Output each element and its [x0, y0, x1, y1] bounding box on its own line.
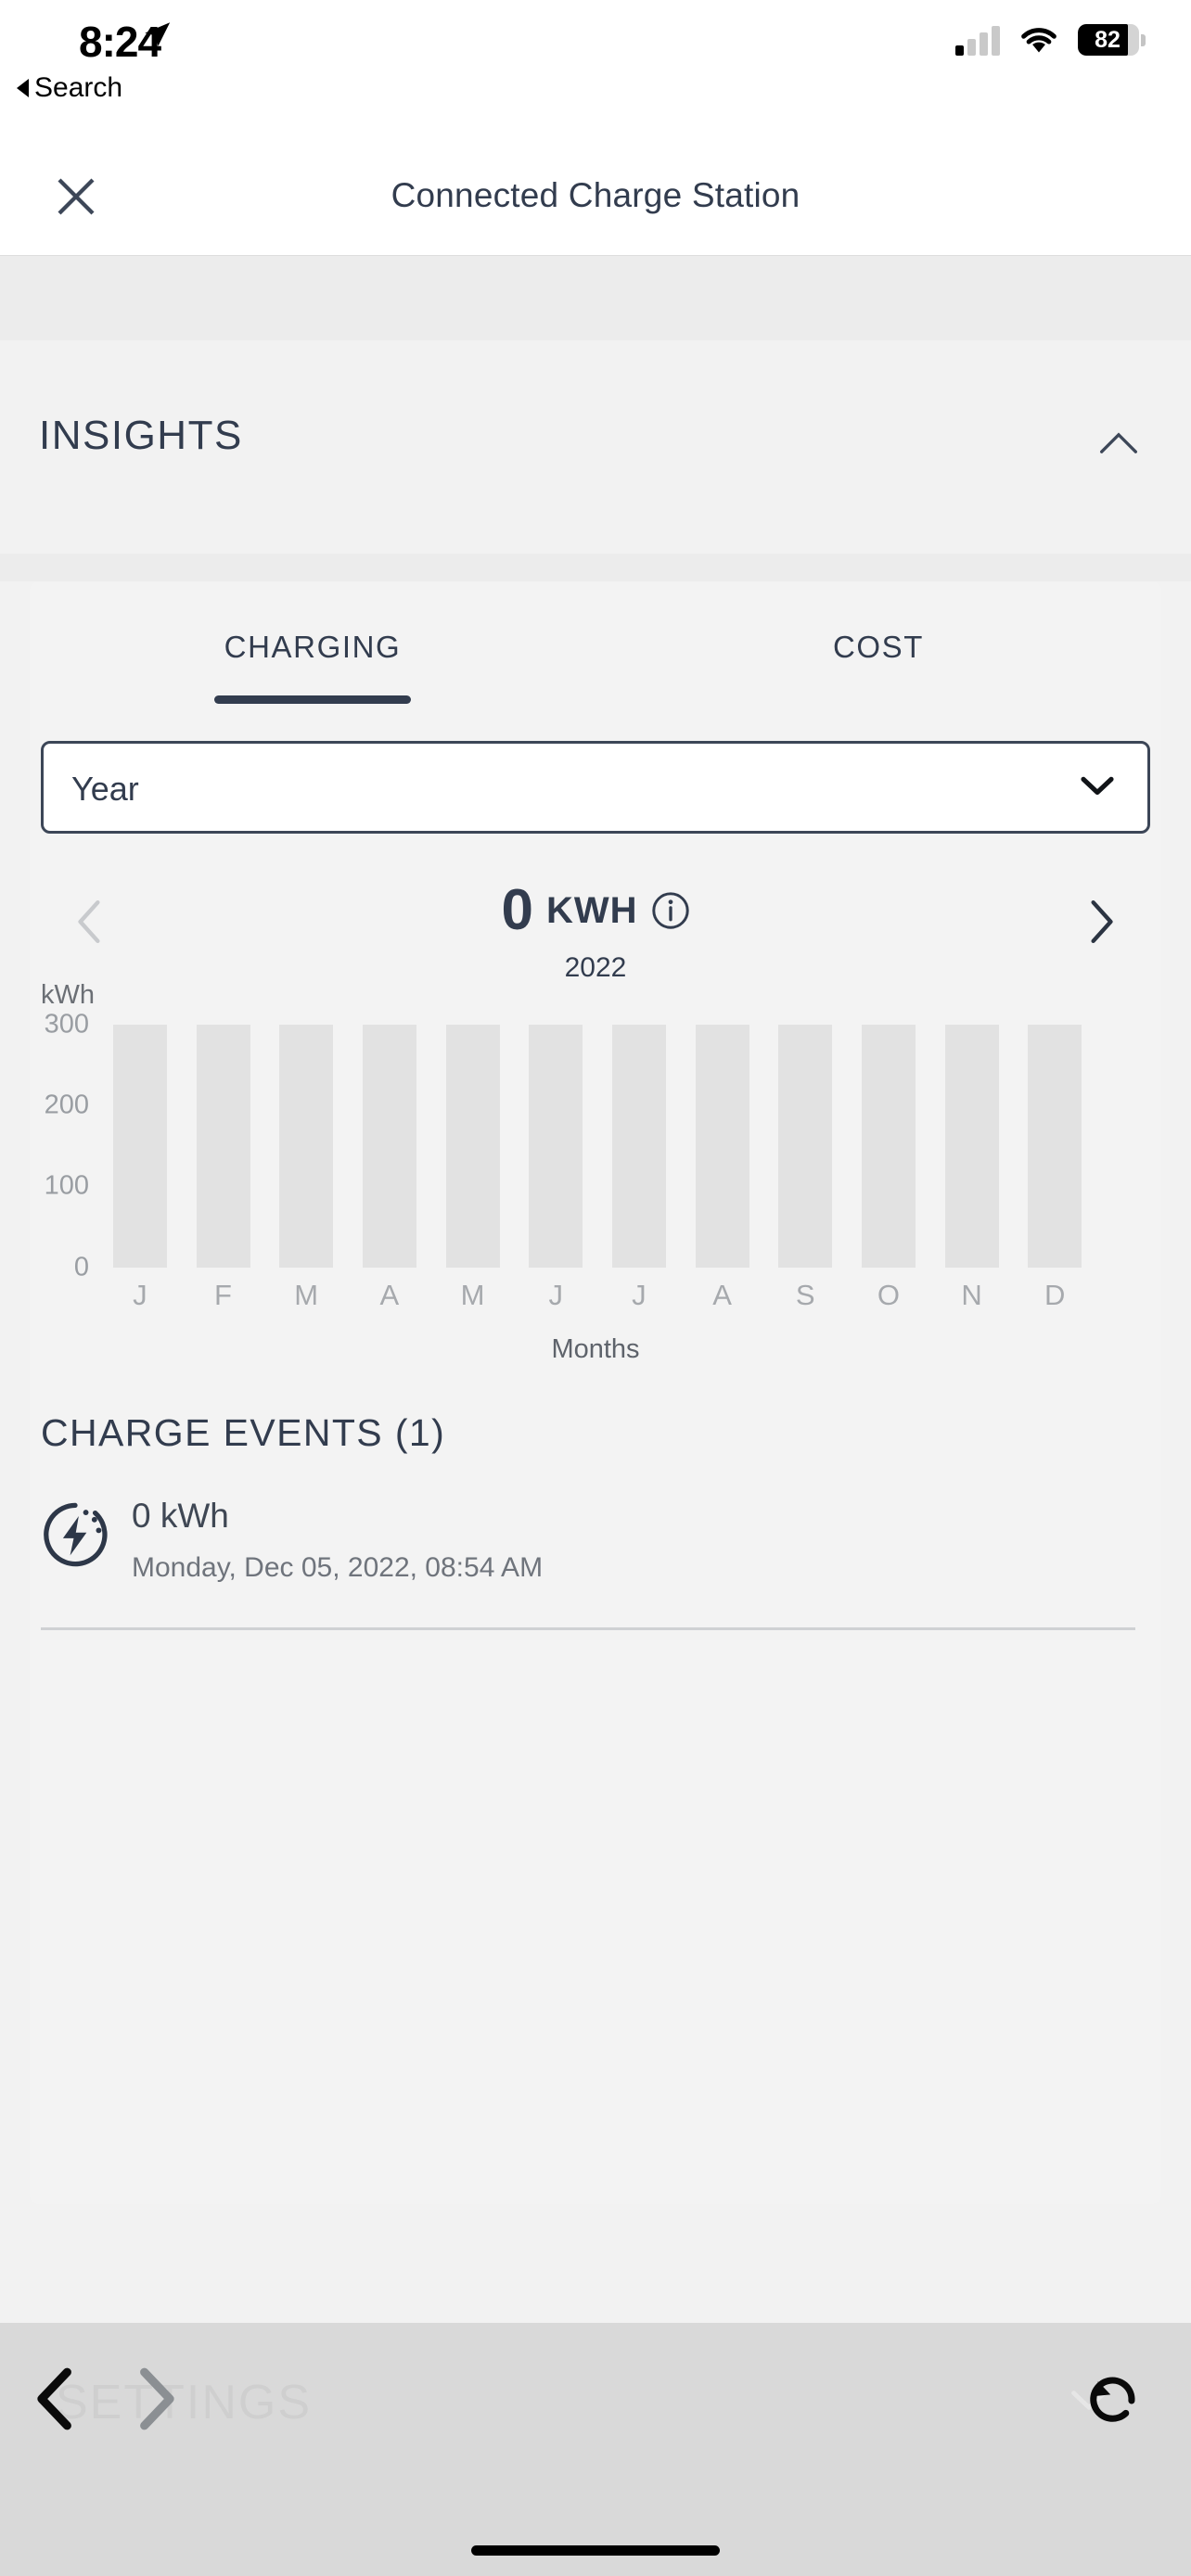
battery-icon: 82: [1078, 24, 1146, 56]
reload-icon[interactable]: [1085, 2367, 1143, 2430]
chevron-left-icon[interactable]: [35, 2367, 76, 2430]
chart-y-tick: 300: [44, 1009, 89, 1039]
chart-plot-area: 300 200 100 0: [45, 1010, 1096, 1282]
chart-bar: [861, 1025, 916, 1268]
chart-bar: [529, 1025, 583, 1268]
summary-unit: KWH: [545, 889, 638, 931]
chart-bar-slot[interactable]: [1013, 1025, 1096, 1268]
charging-bar-chart: kWh 300 200 100 0 J F M A M J J A S O N D Months: [30, 980, 1161, 1379]
chart-x-tick: F: [214, 1279, 232, 1311]
tab-cost[interactable]: COST: [596, 609, 1161, 721]
charge-event-energy: 0 kWh: [132, 1497, 229, 1535]
charge-events-title: CHARGE EVENTS (1): [41, 1411, 446, 1454]
tab-charging[interactable]: CHARGING: [30, 609, 596, 721]
chevron-right-icon[interactable]: [1085, 899, 1117, 945]
info-circle-icon[interactable]: [651, 891, 690, 930]
chart-x-axis-label: Months: [551, 1334, 640, 1364]
chart-bar-slot[interactable]: [597, 1025, 681, 1268]
chart-x-tick: M: [294, 1279, 319, 1311]
app-screen: 8:24 Search 82 Connected Charge Station …: [0, 0, 1191, 2576]
insights-panel: CHARGING COST Year 0 KWH 2022 kWh 300 20…: [30, 581, 1161, 2204]
chart-bar: [445, 1025, 500, 1268]
content-top-spacer: [0, 255, 1191, 340]
chart-bar: [362, 1025, 416, 1268]
list-divider: [41, 1627, 1135, 1630]
tab-active-indicator: [214, 695, 411, 704]
cellular-signal-icon: [955, 24, 1000, 56]
period-select-value: Year: [71, 770, 139, 808]
chart-bar: [695, 1025, 749, 1268]
chart-y-axis-label: kWh: [41, 980, 95, 1010]
chart-bar-slot[interactable]: [98, 1025, 182, 1268]
chart-bar: [1028, 1025, 1082, 1268]
chart-bar-slot[interactable]: [348, 1025, 431, 1268]
insights-title: INSIGHTS: [39, 413, 243, 458]
chart-x-tick: S: [795, 1279, 815, 1311]
list-item[interactable]: 0 kWh Monday, Dec 05, 2022, 08:54 AM: [41, 1495, 1135, 1606]
chart-x-tick: M: [460, 1279, 485, 1311]
home-indicator: [471, 2545, 720, 2556]
chevron-right-icon[interactable]: [135, 2367, 176, 2430]
content-scroll-area[interactable]: INSIGHTS CHARGING COST Year 0 KWH 2022 k…: [0, 255, 1191, 2323]
chart-x-tick: A: [712, 1279, 732, 1311]
summary-period: 2022: [564, 952, 627, 983]
insights-section-header[interactable]: INSIGHTS: [0, 340, 1191, 554]
chart-bar-slot[interactable]: [431, 1025, 515, 1268]
ghost-settings-label: SETTINGS: [56, 2376, 313, 2429]
chart-x-tick: J: [133, 1279, 147, 1311]
chart-x-tick: D: [1044, 1279, 1066, 1311]
tab-charging-label: CHARGING: [224, 630, 402, 664]
chart-bar: [112, 1025, 167, 1268]
chart-bars: [98, 1025, 1096, 1268]
chart-y-tick: 200: [44, 1090, 89, 1120]
chart-x-tick: O: [877, 1279, 900, 1311]
chart-bar-slot[interactable]: [847, 1025, 930, 1268]
chart-bar-slot[interactable]: [930, 1025, 1014, 1268]
chart-bar: [196, 1025, 250, 1268]
back-to-search-button[interactable]: Search: [17, 72, 122, 104]
tab-cost-label: COST: [832, 630, 925, 664]
chart-bar-slot[interactable]: [681, 1025, 764, 1268]
chart-x-tick: J: [632, 1279, 647, 1311]
back-triangle-icon: [17, 79, 29, 97]
insights-tabs: CHARGING COST: [30, 609, 1161, 721]
status-bar-indicators: 82: [955, 24, 1146, 56]
chart-bar: [778, 1025, 833, 1268]
summary-total: 0 KWH: [30, 882, 1161, 939]
chart-y-tick: 0: [73, 1252, 89, 1282]
charge-event-timestamp: Monday, Dec 05, 2022, 08:54 AM: [132, 1552, 544, 1583]
chart-bar: [944, 1025, 999, 1268]
chart-x-tick: A: [379, 1279, 400, 1311]
section-divider: [0, 554, 1191, 581]
nav-bar: Connected Charge Station: [0, 139, 1191, 255]
chart-bar-slot[interactable]: [182, 1025, 265, 1268]
location-arrow-icon: [145, 22, 171, 46]
chevron-up-icon[interactable]: [1098, 429, 1139, 457]
chevron-down-icon[interactable]: [1079, 773, 1116, 797]
chart-y-tick: 100: [44, 1170, 89, 1201]
chart-bar-slot[interactable]: [514, 1025, 597, 1268]
chart-bar: [279, 1025, 334, 1268]
chart-bar-slot[interactable]: [763, 1025, 847, 1268]
chart-bar: [611, 1025, 666, 1268]
wifi-icon: [1021, 28, 1057, 53]
browser-toolbar: SETTINGS: [0, 2323, 1191, 2576]
chart-bar-slot[interactable]: [264, 1025, 348, 1268]
status-bar: 8:24 Search 82: [0, 0, 1191, 139]
summary-value: 0: [501, 878, 533, 942]
back-to-search-label: Search: [34, 72, 123, 103]
chart-x-tick: N: [961, 1279, 982, 1311]
chart-x-tick-labels: JFMAMJJASOND: [98, 1279, 1096, 1312]
period-select[interactable]: Year: [41, 741, 1150, 834]
chart-x-tick: J: [548, 1279, 563, 1311]
page-title: Connected Charge Station: [391, 176, 800, 214]
charge-bolt-icon: [44, 1502, 108, 1567]
battery-level-label: 82: [1095, 26, 1121, 53]
